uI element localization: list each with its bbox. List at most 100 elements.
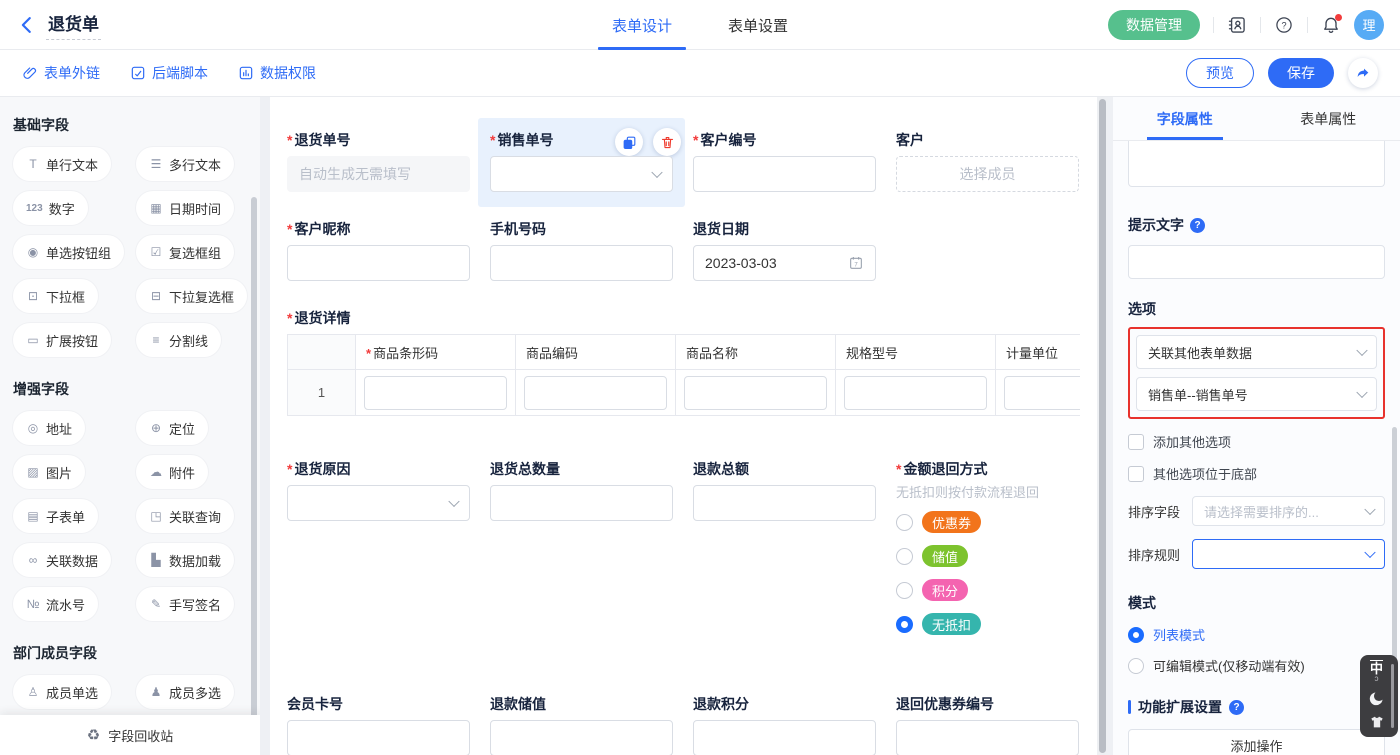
tab-form-design[interactable]: 表单设计 <box>612 0 672 50</box>
canvas-scrollbar-thumb[interactable] <box>1099 99 1106 753</box>
total-amount-input[interactable] <box>693 485 876 521</box>
back-button[interactable] <box>16 14 38 36</box>
tab-field-properties[interactable]: 字段属性 <box>1113 97 1257 140</box>
delete-field-button[interactable] <box>653 128 681 156</box>
help-icon[interactable]: ? <box>1190 218 1205 233</box>
sidebar-scrollbar[interactable] <box>251 197 257 755</box>
field-return-reason[interactable]: 退货原因 <box>287 462 470 647</box>
field-nickname[interactable]: 客户昵称 <box>287 222 470 281</box>
contacts-icon[interactable] <box>1227 15 1247 35</box>
field-item-image[interactable]: ▨图片 <box>13 455 85 489</box>
preview-button[interactable]: 预览 <box>1186 58 1254 88</box>
field-item-single-line-text[interactable]: T单行文本 <box>13 147 111 181</box>
field-item-divider[interactable]: ≡分割线 <box>136 323 221 357</box>
data-manage-button[interactable]: 数据管理 <box>1108 10 1200 40</box>
barcode-input[interactable] <box>364 376 507 410</box>
refund-points-input[interactable] <box>693 720 876 755</box>
field-mobile[interactable]: 手机号码 <box>490 222 673 281</box>
select-member-button[interactable]: 选择成员 <box>896 156 1079 192</box>
total-qty-input[interactable] <box>490 485 673 521</box>
radio-selected-icon[interactable] <box>1128 627 1144 643</box>
refund-option-no-deduction[interactable]: 无抵扣 <box>896 613 1079 635</box>
field-item-lookup-query[interactable]: ◳关联查询 <box>136 499 234 533</box>
data-permission-link[interactable]: 数据权限 <box>238 63 316 83</box>
field-customer[interactable]: 客户 选择成员 <box>896 133 1079 192</box>
field-item-linked-data[interactable]: ∞关联数据 <box>13 543 111 577</box>
coupon-no-input[interactable] <box>896 720 1079 755</box>
return-date-input[interactable]: 2023-03-03 7 <box>693 245 876 281</box>
field-total-qty[interactable]: 退货总数量 <box>490 462 673 647</box>
other-option-bottom-row[interactable]: 其他选项位于底部 <box>1128 464 1385 483</box>
refund-option-coupon[interactable]: 优惠券 <box>896 511 1079 533</box>
field-item-datetime[interactable]: ▦日期时间 <box>136 191 234 225</box>
return-reason-select[interactable] <box>287 485 470 521</box>
hint-text-input[interactable] <box>1128 245 1385 279</box>
field-refund-points[interactable]: 退款积分 <box>693 697 876 755</box>
refund-option-stored-value[interactable]: 储值 <box>896 545 1079 567</box>
field-item-multi-select[interactable]: ⊟下拉复选框 <box>136 279 247 313</box>
field-item-number[interactable]: 123数字 <box>13 191 88 225</box>
field-item-data-load[interactable]: ▙数据加载 <box>136 543 234 577</box>
radio-icon[interactable] <box>896 582 913 599</box>
radio-icon[interactable] <box>896 548 913 565</box>
floating-extension-widget[interactable]: 中 ɔ <box>1360 655 1398 737</box>
help-icon[interactable]: ? <box>1274 15 1294 35</box>
option-source-select[interactable]: 关联其他表单数据 <box>1136 335 1377 369</box>
canvas-scrollbar[interactable] <box>1097 97 1108 755</box>
unit-input[interactable] <box>1004 376 1080 410</box>
sort-rule-select[interactable] <box>1192 539 1385 569</box>
radio-selected-icon[interactable] <box>896 616 913 633</box>
avatar[interactable]: 理 <box>1354 10 1384 40</box>
field-customer-no[interactable]: 客户编号 <box>693 133 876 192</box>
product-name-input[interactable] <box>684 376 827 410</box>
field-total-amount[interactable]: 退款总额 <box>693 462 876 647</box>
member-card-input[interactable] <box>287 720 470 755</box>
tab-form-properties[interactable]: 表单属性 <box>1257 97 1400 140</box>
field-item-extend-button[interactable]: ▭扩展按钮 <box>13 323 111 357</box>
page-title[interactable]: 退货单 <box>46 10 101 40</box>
add-action-button[interactable]: 添加操作 <box>1128 729 1385 755</box>
field-item-address[interactable]: ◎地址 <box>13 411 85 445</box>
panel-scrolled-input[interactable] <box>1128 141 1385 187</box>
sort-field-select[interactable]: 请选择需要排序的... <box>1192 496 1385 526</box>
field-item-subform[interactable]: ▤子表单 <box>13 499 98 533</box>
radio-icon[interactable] <box>1128 658 1144 674</box>
help-icon[interactable]: ? <box>1229 700 1244 715</box>
field-item-signature[interactable]: ✎手写签名 <box>136 587 234 621</box>
order-no-input[interactable]: 自动生成无需填写 <box>287 156 470 192</box>
backend-script-link[interactable]: 后端脚本 <box>130 63 208 83</box>
refund-stored-input[interactable] <box>490 720 673 755</box>
option-field-select[interactable]: 销售单--销售单号 <box>1136 377 1377 411</box>
moon-icon[interactable] <box>1368 690 1385 707</box>
share-button[interactable] <box>1348 58 1378 88</box>
field-item-radio-group[interactable]: ◉单选按钮组 <box>13 235 124 269</box>
checkbox-icon[interactable] <box>1128 466 1144 482</box>
field-item-member-multi[interactable]: ♟成员多选 <box>136 675 234 709</box>
copy-field-button[interactable] <box>615 128 643 156</box>
field-refund-stored[interactable]: 退款储值 <box>490 697 673 755</box>
shirt-icon[interactable] <box>1369 714 1385 730</box>
field-sales-no-selected[interactable]: 销售单号 <box>478 118 685 207</box>
field-item-select[interactable]: ⊡下拉框 <box>13 279 98 313</box>
field-return-date[interactable]: 退货日期 2023-03-03 7 <box>693 222 876 281</box>
mode-editable-radio[interactable]: 可编辑模式(仅移动端有效) <box>1128 656 1385 675</box>
add-other-option-row[interactable]: 添加其他选项 <box>1128 432 1385 451</box>
mobile-input[interactable] <box>490 245 673 281</box>
field-member-card[interactable]: 会员卡号 <box>287 697 470 755</box>
customer-no-input[interactable] <box>693 156 876 192</box>
field-item-serial-number[interactable]: №流水号 <box>13 587 98 621</box>
field-item-attachment[interactable]: ☁附件 <box>136 455 208 489</box>
radio-icon[interactable] <box>896 514 913 531</box>
mode-list-radio[interactable]: 列表模式 <box>1128 625 1385 644</box>
refund-option-points[interactable]: 积分 <box>896 579 1079 601</box>
spec-model-input[interactable] <box>844 376 987 410</box>
notification-bell-icon[interactable] <box>1321 15 1341 35</box>
checkbox-icon[interactable] <box>1128 434 1144 450</box>
product-code-input[interactable] <box>524 376 667 410</box>
save-button[interactable]: 保存 <box>1268 58 1334 88</box>
field-item-location[interactable]: ⊕定位 <box>136 411 208 445</box>
field-return-detail-subform[interactable]: 退货详情 商品条形码 商品编码 商品名称 规格型号 计量单位 <box>287 311 1080 416</box>
field-item-member-single[interactable]: ♙成员单选 <box>13 675 111 709</box>
tab-form-settings[interactable]: 表单设置 <box>728 0 788 50</box>
nickname-input[interactable] <box>287 245 470 281</box>
